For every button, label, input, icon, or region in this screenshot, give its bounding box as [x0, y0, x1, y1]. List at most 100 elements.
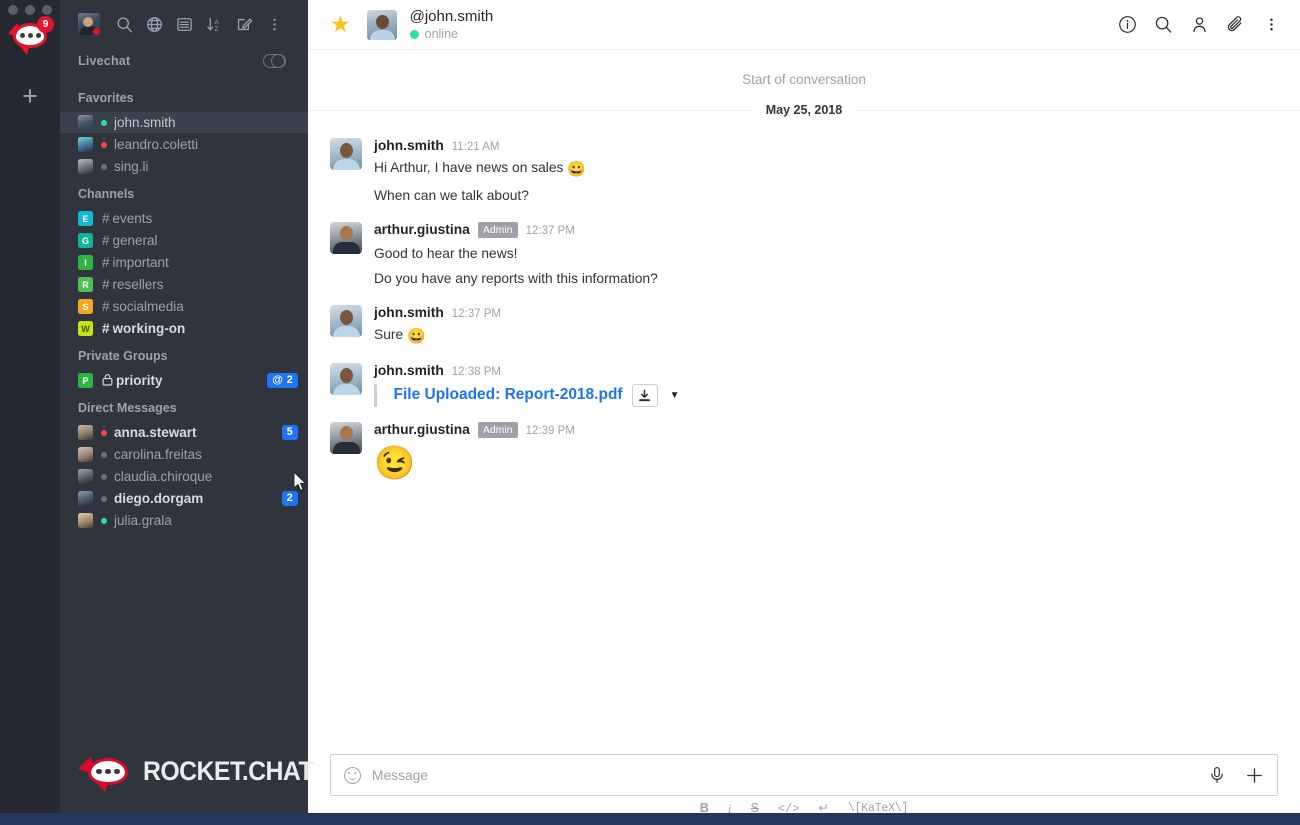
- star-icon[interactable]: ★: [330, 13, 351, 36]
- message-username[interactable]: john.smith: [374, 305, 444, 320]
- rocketchat-app-icon[interactable]: 9: [6, 16, 54, 55]
- sidebar-item-leandro-coletti[interactable]: leandro.coletti: [60, 134, 308, 155]
- add-server-button[interactable]: +: [22, 83, 38, 110]
- avatar: [330, 221, 362, 254]
- hash-icon: #: [102, 277, 110, 292]
- room-label: john.smith: [114, 115, 176, 130]
- close-window-button[interactable]: [8, 5, 18, 15]
- sidebar-item-john-smith[interactable]: john.smith: [60, 112, 308, 133]
- main-panel: ★ @john.smith online Start of conversati…: [308, 0, 1300, 825]
- avatar: [78, 425, 93, 440]
- message-emoji[interactable]: arthur.giustina Admin 12:39 PM 😉: [308, 419, 1300, 488]
- hash-icon: #: [102, 211, 110, 226]
- file-link[interactable]: File Uploaded: Report-2018.pdf: [394, 386, 623, 404]
- message-username[interactable]: arthur.giustina: [374, 422, 470, 437]
- message-header: john.smith 11:21 AM: [374, 138, 1278, 153]
- sidebar-item-working-on[interactable]: W # working-on: [60, 318, 308, 339]
- message-timestamp: 12:38 PM: [451, 365, 501, 378]
- room-label: resellers: [112, 277, 164, 292]
- search-icon[interactable]: [109, 10, 139, 38]
- zoom-window-button[interactable]: [42, 5, 52, 15]
- sidebar-item-sing-li[interactable]: sing.li: [60, 156, 308, 177]
- room-label: julia.grala: [114, 513, 172, 528]
- sidebar-item-claudia-chiroque[interactable]: claudia.chiroque: [60, 466, 308, 487]
- message-timestamp: 12:37 PM: [525, 224, 575, 237]
- info-icon[interactable]: [1116, 14, 1138, 36]
- search-icon[interactable]: [1152, 14, 1174, 36]
- sidebar-item-anna-stewart[interactable]: anna.stewart 5: [60, 422, 308, 443]
- sidebar-item-priority[interactable]: P priority @ 2: [60, 370, 308, 391]
- status-badge: online: [409, 27, 494, 41]
- user-avatar[interactable]: [78, 13, 100, 35]
- message-composer[interactable]: [330, 754, 1278, 796]
- avatar: [78, 447, 93, 462]
- section-header-direct-messages: Direct Messages: [78, 401, 177, 415]
- kebab-menu-icon[interactable]: [259, 10, 289, 38]
- message-text: Sure 😀: [374, 326, 426, 345]
- svg-text:Z: Z: [214, 25, 218, 32]
- globe-icon[interactable]: [139, 10, 169, 38]
- room-label: general: [112, 233, 158, 248]
- unread-badge: 2: [281, 490, 298, 507]
- attachment-accent-bar: [374, 383, 377, 407]
- unread-badge: 5: [281, 424, 298, 441]
- channel-avatar: R: [78, 277, 93, 292]
- smiley-icon[interactable]: [344, 766, 361, 784]
- sidebar-item-general[interactable]: G # general: [60, 230, 308, 251]
- members-icon[interactable]: [1188, 14, 1210, 36]
- message-username[interactable]: arthur.giustina: [374, 222, 470, 237]
- message-text: Do you have any reports with this inform…: [374, 271, 658, 287]
- sort-az-icon[interactable]: AZ: [199, 10, 229, 38]
- room-label: priority: [116, 373, 163, 388]
- role-badge: Admin: [477, 221, 518, 238]
- message[interactable]: arthur.giustina Admin 12:37 PM Good to h…: [308, 219, 1300, 295]
- message[interactable]: john.smith 12:37 PM Sure 😀: [308, 302, 1300, 353]
- plus-icon[interactable]: [1245, 766, 1264, 785]
- sidebar-item-diego-dorgam[interactable]: diego.dorgam 2: [60, 488, 308, 509]
- list-icon[interactable]: [169, 10, 199, 38]
- sidebar-item-carolina-freitas[interactable]: carolina.freitas: [60, 444, 308, 465]
- grinning-face-emoji: 😀: [567, 161, 586, 178]
- livechat-toggle[interactable]: [263, 54, 286, 69]
- room-label: leandro.coletti: [114, 137, 199, 152]
- message-file-upload[interactable]: john.smith 12:38 PM File Uploaded: Repor…: [308, 360, 1300, 412]
- download-icon[interactable]: [631, 383, 658, 407]
- status-dot: [93, 28, 100, 35]
- message-text: Good to hear the news!: [374, 245, 518, 261]
- logo-wordmark: ROCKET.CHAT: [143, 755, 314, 786]
- sidebar-item-events[interactable]: E # events: [60, 208, 308, 229]
- hash-icon: #: [102, 299, 110, 314]
- sidebar-item-important[interactable]: I # important: [60, 252, 308, 273]
- section-header-private-groups: Private Groups: [78, 349, 168, 363]
- date-divider-label: May 25, 2018: [752, 103, 856, 117]
- grinning-face-emoji: 😀: [406, 327, 426, 345]
- attachment-icon[interactable]: [1224, 14, 1246, 36]
- room-label: socialmedia: [112, 299, 184, 314]
- hash-icon: #: [102, 255, 110, 270]
- pencil-icon[interactable]: [229, 10, 259, 38]
- minimize-window-button[interactable]: [25, 5, 35, 15]
- kebab-menu-icon[interactable]: [1260, 14, 1282, 36]
- message-username[interactable]: john.smith: [374, 138, 444, 153]
- livechat-row[interactable]: Livechat: [60, 46, 308, 76]
- avatar: [78, 513, 93, 528]
- avatar: [330, 362, 362, 395]
- status-dot: [101, 163, 107, 170]
- message-list[interactable]: Start of conversation May 25, 2018 john.…: [308, 50, 1300, 754]
- section-header-channels: Channels: [78, 187, 135, 201]
- sidebar-item-socialmedia[interactable]: S # socialmedia: [60, 296, 308, 317]
- sidebar-item-resellers[interactable]: R # resellers: [60, 274, 308, 295]
- message-input[interactable]: [372, 767, 1208, 783]
- avatar: [78, 469, 93, 484]
- avatar: [78, 137, 93, 152]
- message-timestamp: 12:37 PM: [451, 307, 501, 320]
- message[interactable]: john.smith 11:21 AM Hi Arthur, I have ne…: [308, 135, 1300, 212]
- room-label: anna.stewart: [114, 425, 197, 440]
- sidebar-item-julia-grala[interactable]: julia.grala: [60, 510, 308, 531]
- chevron-down-icon[interactable]: ▼: [670, 390, 680, 401]
- message-username[interactable]: john.smith: [374, 363, 444, 378]
- message-timestamp: 12:39 PM: [525, 424, 575, 437]
- microphone-icon[interactable]: [1208, 766, 1226, 784]
- window-traffic-lights: [4, 0, 52, 15]
- winking-face-emoji: 😉: [374, 443, 416, 481]
